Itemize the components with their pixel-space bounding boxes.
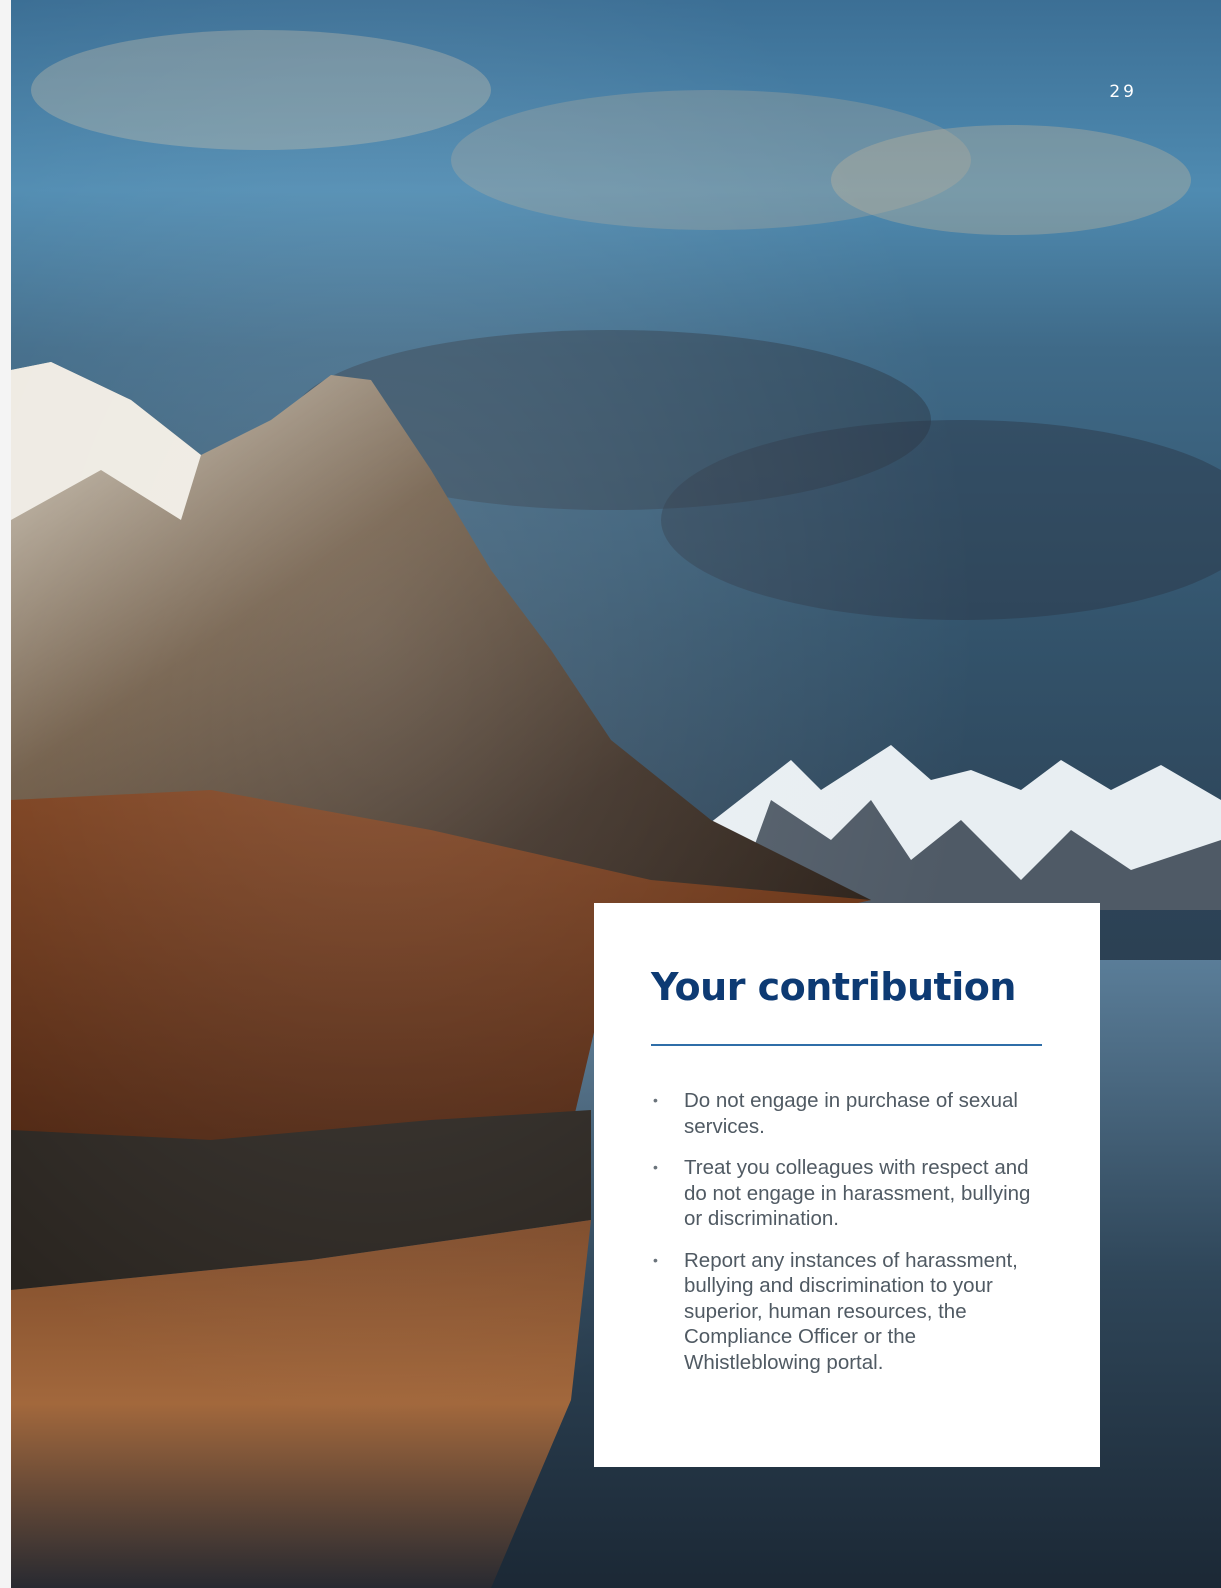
divider: [651, 1044, 1042, 1046]
list-item-text: Do not engage in purchase of sexual serv…: [684, 1089, 1018, 1138]
page-number: 29: [1109, 82, 1137, 102]
bullet-icon: •: [653, 1159, 658, 1175]
bullet-list: • Do not engage in purchase of sexual ser…: [651, 1088, 1051, 1391]
list-item-text: Report any instances of harassment, bull…: [684, 1248, 1018, 1374]
bullet-icon: •: [653, 1092, 658, 1108]
list-item: • Do not engage in purchase of sexual ser…: [651, 1088, 1051, 1139]
card-title: Your contribution: [651, 965, 1016, 1009]
bullet-icon: •: [653, 1251, 658, 1268]
list-item: • Treat you colleagues with respect and d…: [651, 1155, 1051, 1232]
list-item: • Report any instances of harassment, bul…: [651, 1248, 1051, 1376]
list-item-text: Treat you colleagues with respect and do…: [684, 1156, 1031, 1230]
info-card: Your contribution • Do not engage in purc…: [594, 903, 1100, 1467]
